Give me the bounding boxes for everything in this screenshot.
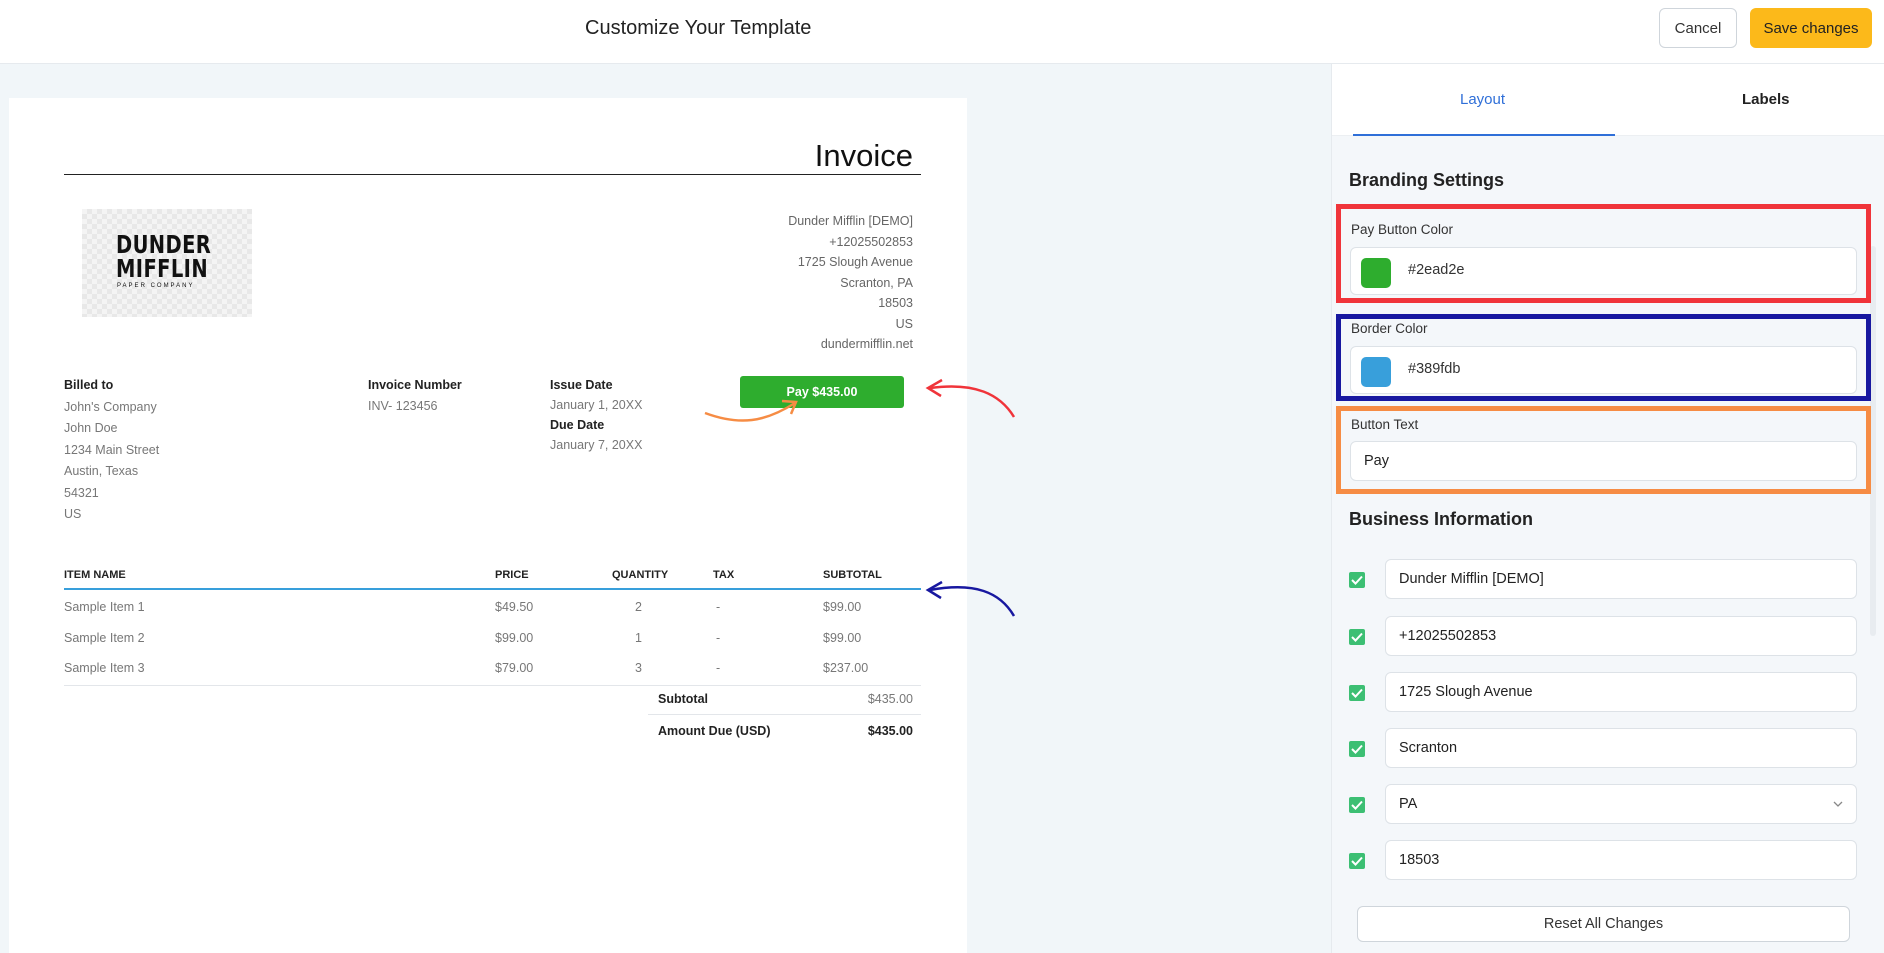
checkbox[interactable] — [1349, 685, 1365, 701]
border-color-value: #389fdb — [1408, 361, 1461, 377]
panel-body: Branding Settings Pay Button Color #2ead… — [1332, 136, 1884, 953]
reset-all-changes-button[interactable]: Reset All Changes — [1357, 906, 1850, 942]
business-name-input[interactable] — [1385, 559, 1857, 599]
business-street-input[interactable] — [1385, 672, 1857, 712]
save-changes-button[interactable]: Save changes — [1750, 8, 1872, 48]
chevron-down-icon — [1833, 801, 1843, 807]
settings-panel: Layout Labels Branding Settings Pay Butt… — [1331, 64, 1884, 953]
business-field-row — [1349, 840, 1857, 880]
red-arrow-icon — [929, 385, 1016, 418]
button-text-input[interactable] — [1350, 441, 1857, 481]
business-field-row: PA — [1349, 784, 1857, 824]
business-city-input[interactable] — [1385, 728, 1857, 768]
cancel-button[interactable]: Cancel — [1659, 8, 1737, 48]
top-bar: Customize Your Template Cancel Save chan… — [0, 0, 1884, 64]
pay-button-color-value: #2ead2e — [1408, 262, 1465, 278]
tab-layout[interactable]: Layout — [1460, 91, 1505, 108]
business-field-row — [1349, 728, 1857, 768]
business-field-row — [1349, 672, 1857, 712]
blue-arrow-icon — [929, 586, 1016, 617]
annotation-arrows — [704, 378, 1016, 617]
business-state-select[interactable]: PA — [1385, 784, 1857, 824]
border-color-swatch[interactable] — [1361, 357, 1391, 387]
business-information-title: Business Information — [1349, 509, 1534, 529]
checkbox[interactable] — [1349, 797, 1365, 813]
business-field-row — [1349, 559, 1857, 599]
tab-labels[interactable]: Labels — [1742, 91, 1790, 108]
checkbox[interactable] — [1349, 572, 1365, 588]
border-color-field[interactable]: #389fdb — [1350, 346, 1857, 394]
business-field-row — [1349, 616, 1857, 656]
business-zip-input[interactable] — [1385, 840, 1857, 880]
page-title: Customize Your Template — [585, 17, 812, 39]
checkbox[interactable] — [1349, 629, 1365, 645]
invoice-preview-area: Invoice DUNDER MIFFLIN PAPER COMPANY Dun… — [0, 64, 1331, 953]
pay-button-color-field[interactable]: #2ead2e — [1350, 247, 1857, 295]
branding-settings-title: Branding Settings — [1349, 170, 1505, 190]
pay-button-color-label: Pay Button Color — [1351, 222, 1454, 237]
pay-button-color-swatch[interactable] — [1361, 258, 1391, 288]
button-text-label: Button Text — [1351, 417, 1419, 432]
business-phone-input[interactable] — [1385, 616, 1857, 656]
orange-arrow-icon — [704, 401, 796, 422]
checkbox[interactable] — [1349, 741, 1365, 757]
checkbox[interactable] — [1349, 853, 1365, 869]
border-color-label: Border Color — [1351, 321, 1428, 336]
business-state-value: PA — [1399, 796, 1418, 812]
